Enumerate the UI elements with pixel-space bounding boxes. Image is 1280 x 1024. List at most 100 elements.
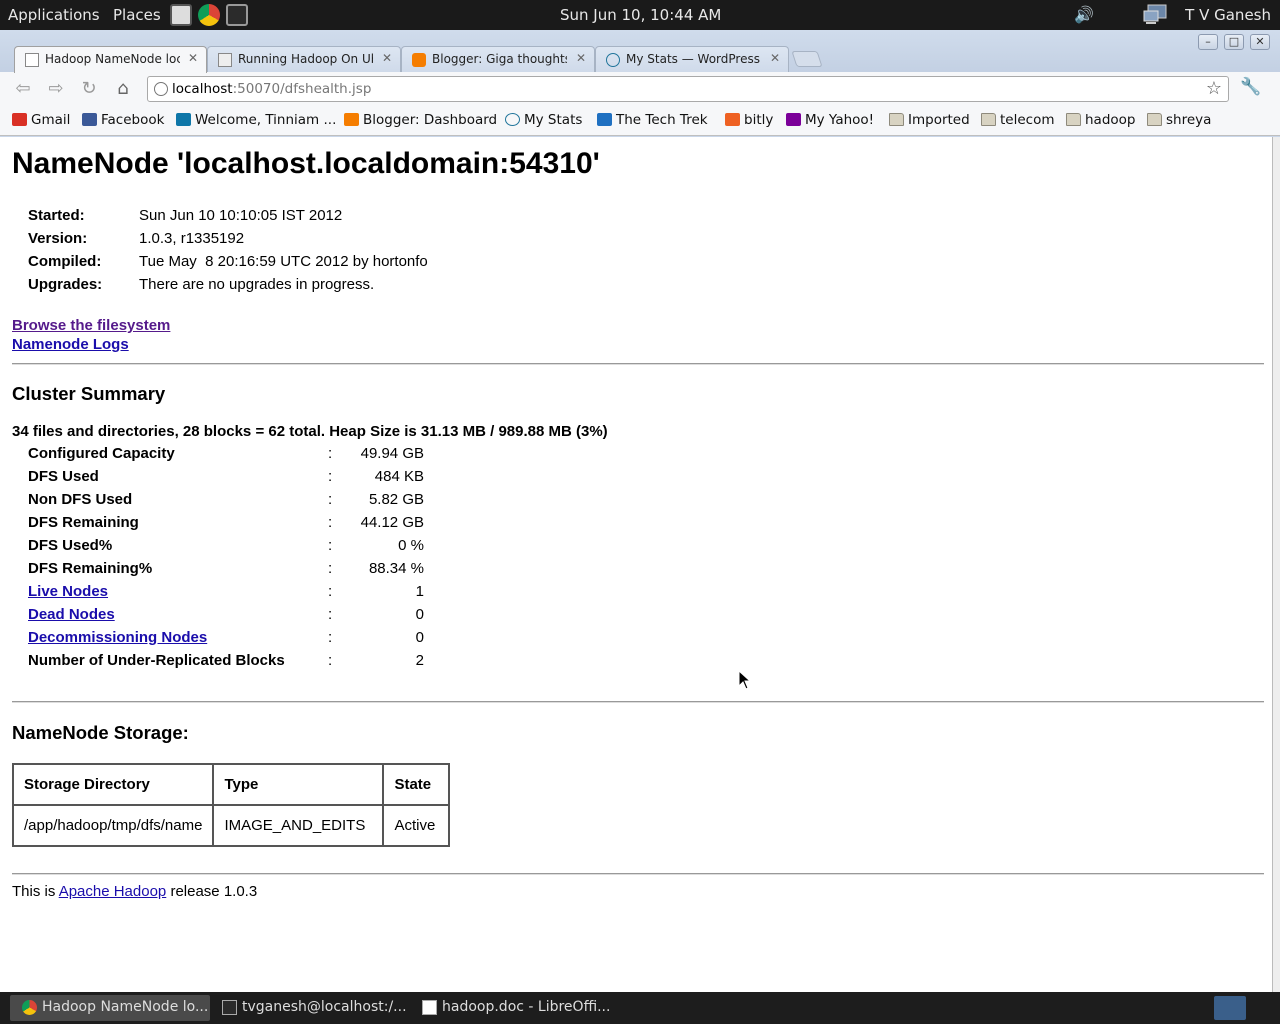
cluster-summary-line: 34 files and directories, 28 blocks = 62…: [12, 423, 608, 440]
network-icon[interactable]: [1142, 3, 1172, 27]
folder-icon: [981, 113, 996, 126]
panel-clock[interactable]: Sun Jun 10, 10:44 AM: [560, 6, 721, 24]
bookmark-gmail[interactable]: Gmail: [12, 112, 70, 128]
taskbar-label: Hadoop NameNode lo...: [42, 999, 209, 1015]
storage-table: Storage Directory Type State /app/hadoop…: [11, 763, 451, 847]
column-header: Storage Directory: [11, 763, 215, 806]
bookmark-label: telecom: [1000, 112, 1055, 128]
tab-title: Running Hadoop On Ubuntu: [238, 52, 373, 66]
info-value: Sun Jun 10 10:10:05 IST 2012: [139, 207, 343, 224]
summary-value: 2: [415, 652, 424, 669]
top-panel: Applications Places Sun Jun 10, 10:44 AM…: [0, 0, 1280, 30]
page-title: NameNode 'localhost.localdomain:54310': [12, 147, 600, 180]
home-button[interactable]: ⌂: [110, 77, 136, 101]
summary-value: 0: [415, 629, 424, 646]
close-icon[interactable]: ✕: [188, 51, 198, 65]
taskbar-label: tvganesh@localhost:/...: [242, 999, 407, 1015]
summary-row-dfs-remaining: DFS Remaining : 44.12 GB: [28, 514, 428, 536]
tab-title: My Stats — WordPress.com: [626, 52, 761, 66]
decommissioning-nodes-link[interactable]: Decommissioning Nodes: [28, 629, 207, 646]
summary-separator: :: [328, 583, 333, 600]
terminal-launcher-icon[interactable]: [226, 4, 248, 26]
taskbar-item-libreoffice[interactable]: hadoop.doc - LibreOffi...: [410, 995, 610, 1021]
bookmark-blogger[interactable]: Blogger: Dashboard: [344, 112, 497, 128]
close-window-button[interactable]: ✕: [1250, 34, 1270, 50]
tab-running-hadoop[interactable]: Running Hadoop On Ubuntu ✕: [207, 46, 401, 72]
mouse-cursor-icon: [738, 670, 752, 690]
close-icon[interactable]: ✕: [576, 51, 586, 65]
tab-my-stats[interactable]: My Stats — WordPress.com ✕: [595, 46, 789, 72]
bookmark-label: Facebook: [101, 112, 165, 128]
volume-icon[interactable]: 🔊: [1074, 5, 1094, 24]
tab-hadoop-namenode[interactable]: Hadoop NameNode localhost ✕: [14, 46, 207, 73]
info-value: There are no upgrades in progress.: [139, 276, 375, 293]
tab-title: Blogger: Giga thoughts...: [432, 52, 567, 66]
page-icon: [25, 53, 39, 67]
bookmark-star-icon[interactable]: ☆: [1206, 78, 1222, 99]
bookmark-my-stats[interactable]: My Stats: [505, 112, 582, 128]
folder-icon: [889, 113, 904, 126]
wrench-menu-icon[interactable]: 🔧: [1239, 77, 1263, 101]
summary-row-configured-capacity: Configured Capacity : 49.94 GB: [28, 445, 428, 467]
table-header-row: Storage Directory Type State: [11, 763, 451, 806]
places-menu[interactable]: Places: [113, 6, 161, 24]
bookmark-my-yahoo[interactable]: My Yahoo!: [786, 112, 874, 128]
bookmark-folder-telecom[interactable]: telecom: [981, 112, 1055, 128]
chrome-launcher-icon[interactable]: [198, 4, 220, 26]
summary-label: Number of Under-Replicated Blocks: [28, 652, 285, 669]
summary-label: Configured Capacity: [28, 445, 175, 462]
summary-value: 1: [415, 583, 424, 600]
table-cell: Active: [382, 804, 451, 847]
globe-icon: [154, 82, 168, 96]
summary-value: 0 %: [398, 537, 424, 554]
bookmark-linkedin[interactable]: Welcome, Tinniam ...: [176, 112, 336, 128]
workspace-switcher[interactable]: [1214, 996, 1246, 1020]
close-icon[interactable]: ✕: [770, 51, 780, 65]
reload-button[interactable]: ↻: [76, 77, 102, 101]
tab-strip: Hadoop NameNode localhost ✕ Running Hado…: [0, 30, 1280, 73]
bookmark-folder-shreya[interactable]: shreya: [1147, 112, 1211, 128]
summary-row-decommissioning-nodes: Decommissioning Nodes : 0: [28, 629, 428, 651]
summary-row-live-nodes: Live Nodes : 1: [28, 583, 428, 605]
file-manager-launcher-icon[interactable]: [170, 4, 192, 26]
namenode-storage-heading: NameNode Storage:: [12, 722, 189, 743]
new-tab-button[interactable]: [791, 51, 823, 67]
bookmark-folder-imported[interactable]: Imported: [889, 112, 970, 128]
live-nodes-link[interactable]: Live Nodes: [28, 583, 108, 600]
summary-row-dfs-used: DFS Used : 484 KB: [28, 468, 428, 490]
summary-separator: :: [328, 560, 333, 577]
dead-nodes-link[interactable]: Dead Nodes: [28, 606, 115, 623]
user-menu[interactable]: T V Ganesh: [1185, 6, 1271, 24]
forward-button[interactable]: ⇨: [43, 77, 69, 101]
maximize-button[interactable]: □: [1224, 34, 1244, 50]
footer-suffix: release 1.0.3: [166, 883, 258, 900]
applications-menu[interactable]: Applications: [8, 6, 100, 24]
bookmark-facebook[interactable]: Facebook: [82, 112, 164, 128]
close-icon[interactable]: ✕: [382, 51, 392, 65]
summary-value: 484 KB: [374, 468, 424, 485]
minimize-button[interactable]: –: [1198, 34, 1218, 50]
taskbar-item-terminal[interactable]: tvganesh@localhost:/...: [210, 995, 410, 1021]
bookmark-folder-hadoop[interactable]: hadoop: [1066, 112, 1136, 128]
summary-separator: :: [328, 445, 333, 462]
gmail-icon: [12, 113, 27, 126]
tab-title: Hadoop NameNode localhost: [45, 52, 180, 66]
divider: [12, 701, 1264, 703]
namenode-logs-link[interactable]: Namenode Logs: [12, 336, 129, 353]
background-window-edge: [1272, 137, 1280, 992]
browse-filesystem-link[interactable]: Browse the filesystem: [12, 317, 170, 334]
summary-separator: :: [328, 491, 333, 508]
address-url[interactable]: localhost:50070/dfshealth.jsp: [172, 81, 371, 97]
facebook-icon: [82, 113, 97, 126]
taskbar-item-browser[interactable]: Hadoop NameNode lo...: [10, 995, 210, 1021]
tab-blogger[interactable]: Blogger: Giga thoughts... ✕: [401, 46, 595, 72]
address-bar[interactable]: localhost:50070/dfshealth.jsp ☆: [147, 76, 1229, 102]
document-icon: [422, 1000, 437, 1015]
bookmark-label: My Yahoo!: [805, 112, 875, 128]
summary-separator: :: [328, 514, 333, 531]
bookmark-tech-trek[interactable]: The Tech Trek: [597, 112, 708, 128]
apache-hadoop-link[interactable]: Apache Hadoop: [59, 883, 167, 900]
back-button[interactable]: ⇦: [10, 77, 36, 101]
info-value: 1.0.3, r1335192: [139, 230, 245, 247]
bookmark-bitly[interactable]: bitly: [725, 112, 773, 128]
